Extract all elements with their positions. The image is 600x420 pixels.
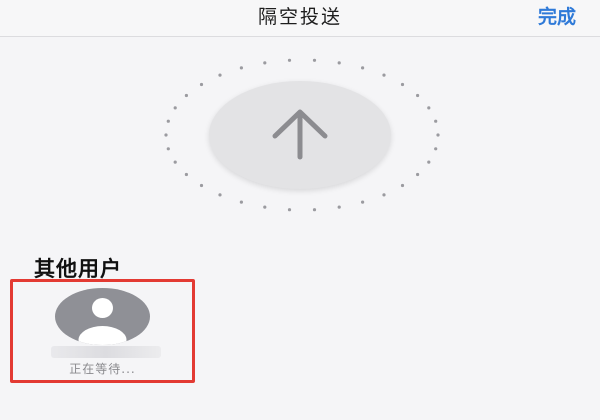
share-upload-button[interactable] — [209, 81, 391, 189]
radar-dot — [361, 200, 365, 204]
radar-dot — [382, 73, 386, 77]
radar-dot — [416, 93, 420, 98]
radar-dot — [436, 133, 440, 137]
radar-dot — [184, 93, 188, 98]
radar-dot — [199, 183, 204, 188]
radar-dot — [263, 205, 267, 209]
user-status: 正在等待... — [69, 362, 136, 376]
radar-dot — [337, 205, 341, 209]
radar-dot — [416, 172, 420, 177]
user-card[interactable]: 正在等待... — [10, 279, 195, 383]
radar-dot — [173, 106, 177, 110]
radar-dot — [239, 66, 243, 70]
radar-dot — [199, 82, 204, 87]
radar-dot — [263, 61, 267, 65]
person-icon — [78, 298, 127, 345]
radar-dot — [173, 160, 177, 164]
arrow-up-icon — [272, 109, 328, 160]
radar-dot — [164, 133, 168, 137]
radar-dot — [382, 193, 386, 197]
user-name — [51, 346, 161, 358]
radar-dot — [287, 208, 292, 212]
radar-dot — [427, 106, 431, 110]
radar-dot — [218, 73, 222, 77]
radar-dot — [312, 58, 317, 62]
radar-dot — [239, 200, 243, 204]
radar-dot — [218, 193, 222, 197]
radar-dot — [287, 58, 292, 62]
radar-dot — [434, 119, 438, 123]
radar-dot — [427, 160, 431, 164]
radar-dot — [400, 183, 405, 188]
radar-dot — [361, 66, 365, 70]
radar-dot — [434, 147, 438, 151]
radar-dot — [312, 208, 317, 212]
avatar — [55, 288, 150, 345]
radar-dot — [184, 172, 188, 177]
radar-dot — [166, 147, 170, 151]
radar-dot — [337, 61, 341, 65]
radar-dot — [400, 82, 405, 87]
radar-dot — [166, 119, 170, 123]
